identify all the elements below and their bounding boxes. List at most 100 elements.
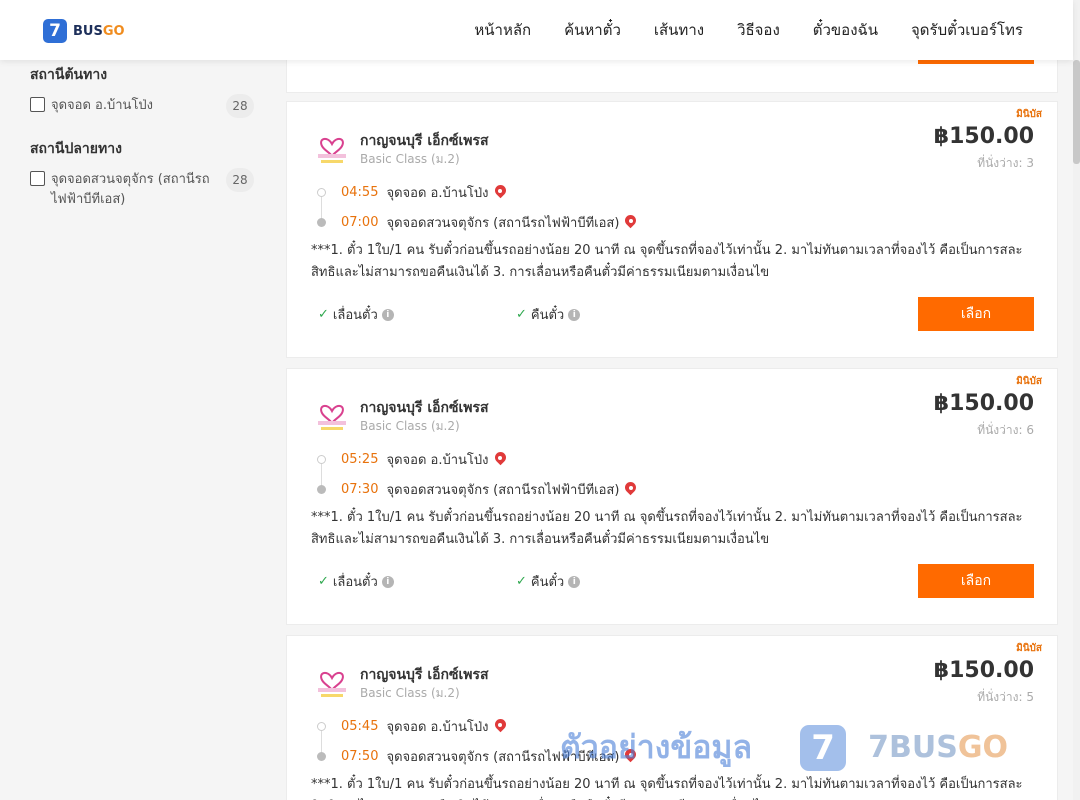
- logo-icon: 7: [43, 19, 67, 43]
- change-ticket-feature: ✓ เลื่อนตั๋ว i: [318, 571, 394, 592]
- departure-stop: จุดจอด อ.บ้านโป่ง: [386, 720, 489, 735]
- departure-time: 04:55: [341, 185, 379, 200]
- refund-ticket-label: คืนตั๋ว: [530, 308, 565, 323]
- page-scrollbar[interactable]: [1073, 0, 1080, 800]
- map-pin-icon[interactable]: [495, 452, 506, 467]
- trip-card: มินิบัส กาญจนบุรี เอ็กซ์เพรส Basic Class…: [286, 368, 1058, 625]
- bus-class: Basic Class (ม.2): [360, 152, 460, 166]
- arrival-time: 07:50: [341, 749, 379, 764]
- watermark-brand-text: 7BUS: [868, 730, 958, 765]
- logo-brand-accent: GO: [102, 23, 125, 39]
- trip-card: มินิบัส กาญจนบุรี เอ็กซ์เพรส Basic Class…: [286, 101, 1058, 358]
- watermark-brand-accent: GO: [957, 730, 1008, 765]
- dest-count-badge: 28: [226, 168, 254, 192]
- map-pin-icon[interactable]: [495, 185, 506, 200]
- watermark-text: ตัวอย่างข้อมูล: [560, 728, 753, 766]
- seats-available: ที่นั่งว่าง: 6: [977, 423, 1034, 437]
- refund-ticket-feature: ✓ คืนตั๋ว i: [516, 304, 581, 325]
- operator-name: กาญจนบุรี เอ็กซ์เพรส: [360, 133, 489, 149]
- arrival-dot-icon: [317, 752, 326, 761]
- ticket-price: ฿150.00: [933, 124, 1034, 149]
- logo-brand: BUS: [73, 23, 103, 39]
- departure-dot-icon: [317, 188, 326, 197]
- arrival-time: 07:30: [341, 482, 379, 497]
- watermark-brand: 7BUSGO: [868, 730, 1008, 765]
- operator-logo-icon: [318, 405, 346, 430]
- origin-filter-title: สถานีต้นทาง: [30, 67, 108, 83]
- origin-filter-label: จุดจอด อ.บ้านโป่ง: [51, 98, 154, 113]
- operator-logo-icon: [318, 672, 346, 697]
- nav-my-tickets[interactable]: ตั๋วของฉัน: [813, 18, 878, 42]
- nav-how-to-book[interactable]: วิธีจอง: [737, 18, 780, 42]
- arrival-dot-icon: [317, 218, 326, 227]
- trip-note: ***1. ตั๋ว 1ใบ/1 คน รับตั๋วก่อนขึ้นรถอย่…: [311, 777, 1023, 800]
- dest-filter-title: สถานีปลายทาง: [30, 141, 122, 157]
- map-pin-icon[interactable]: [495, 719, 506, 734]
- change-ticket-feature: ✓ เลื่อนตั๋ว i: [318, 304, 394, 325]
- check-icon: ✓: [516, 574, 527, 589]
- departure-time: 05:45: [341, 719, 379, 734]
- arrival-stop: จุดจอดสวนจตุจักร (สถานีรถไฟฟ้าบีทีเอส): [386, 483, 620, 498]
- change-ticket-label: เลื่อนตั๋ว: [332, 308, 378, 323]
- check-icon: ✓: [318, 574, 329, 589]
- site-logo[interactable]: 7 BUSGO: [43, 19, 125, 43]
- info-icon[interactable]: i: [568, 575, 581, 588]
- refund-ticket-feature: ✓ คืนตั๋ว i: [516, 571, 581, 592]
- departure-row: 05:25 จุดจอด อ.บ้านโป่ง: [341, 449, 506, 470]
- check-icon: ✓: [318, 307, 329, 322]
- checkbox-icon[interactable]: [30, 171, 45, 186]
- top-header: 7 BUSGO หน้าหลัก ค้นหาตั๋ว เส้นทาง วิธีจ…: [0, 0, 1073, 60]
- bus-class: Basic Class (ม.2): [360, 686, 460, 700]
- filter-sidebar: สถานีต้นทาง จุดจอด อ.บ้านโป่ง 28 สถานีปล…: [30, 60, 260, 210]
- arrival-row: 07:00 จุดจอดสวนจตุจักร (สถานีรถไฟฟ้าบีที…: [341, 212, 636, 233]
- departure-dot-icon: [317, 722, 326, 731]
- arrival-dot-icon: [317, 485, 326, 494]
- watermark-logo-icon: 7: [800, 724, 847, 771]
- departure-row: 05:45 จุดจอด อ.บ้านโป่ง: [341, 716, 506, 737]
- departure-stop: จุดจอด อ.บ้านโป่ง: [386, 453, 489, 468]
- arrival-stop: จุดจอดสวนจตุจักร (สถานีรถไฟฟ้าบีทีเอส): [386, 216, 620, 231]
- previous-select-button[interactable]: [918, 60, 1034, 64]
- operator-name: กาญจนบุรี เอ็กซ์เพรส: [360, 667, 489, 683]
- minibus-tag: มินิบัส: [1016, 376, 1042, 387]
- arrival-row: 07:30 จุดจอดสวนจตุจักร (สถานีรถไฟฟ้าบีที…: [341, 479, 636, 500]
- main-nav: หน้าหลัก ค้นหาตั๋ว เส้นทาง วิธีจอง ตั๋วข…: [441, 0, 1023, 60]
- map-pin-icon[interactable]: [625, 215, 636, 230]
- minibus-tag: มินิบัส: [1016, 643, 1042, 654]
- bus-class: Basic Class (ม.2): [360, 419, 460, 433]
- check-icon: ✓: [516, 307, 527, 322]
- dest-filter-label: จุดจอดสวนจตุจักร (สถานีรถไฟฟ้าบีทีเอส): [51, 172, 210, 207]
- ticket-price: ฿150.00: [933, 391, 1034, 416]
- nav-ticket-pickup-phone[interactable]: จุดรับตั๋วเบอร์โทร: [911, 18, 1023, 42]
- nav-search-ticket[interactable]: ค้นหาตั๋ว: [564, 18, 621, 42]
- info-icon[interactable]: i: [568, 308, 581, 321]
- nav-home[interactable]: หน้าหลัก: [474, 18, 531, 42]
- nav-routes[interactable]: เส้นทาง: [654, 18, 704, 42]
- checkbox-icon[interactable]: [30, 97, 45, 112]
- trip-note: ***1. ตั๋ว 1ใบ/1 คน รับตั๋วก่อนขึ้นรถอย่…: [311, 510, 1023, 547]
- logo-text: BUSGO: [73, 24, 125, 39]
- info-icon[interactable]: i: [381, 308, 394, 321]
- origin-filter-item[interactable]: จุดจอด อ.บ้านโป่ง 28: [30, 94, 260, 118]
- previous-trip-card: [286, 60, 1058, 93]
- departure-stop: จุดจอด อ.บ้านโป่ง: [386, 186, 489, 201]
- info-icon[interactable]: i: [381, 575, 394, 588]
- origin-count-badge: 28: [226, 94, 254, 118]
- departure-row: 04:55 จุดจอด อ.บ้านโป่ง: [341, 182, 506, 203]
- operator-name: กาญจนบุรี เอ็กซ์เพรส: [360, 400, 489, 416]
- departure-dot-icon: [317, 455, 326, 464]
- refund-ticket-label: คืนตั๋ว: [530, 575, 565, 590]
- select-trip-button[interactable]: เลือก: [918, 564, 1034, 598]
- watermark: ตัวอย่างข้อมูล 7 7BUSGO: [560, 722, 1008, 773]
- scrollbar-thumb[interactable]: [1073, 60, 1080, 164]
- arrival-time: 07:00: [341, 215, 379, 230]
- map-pin-icon[interactable]: [625, 482, 636, 497]
- select-trip-button[interactable]: เลือก: [918, 297, 1034, 331]
- operator-logo-icon: [318, 138, 346, 163]
- trip-card: มินิบัส กาญจนบุรี เอ็กซ์เพรส Basic Class…: [286, 635, 1058, 800]
- dest-filter-item[interactable]: จุดจอดสวนจตุจักร (สถานีรถไฟฟ้าบีทีเอส) 2…: [30, 168, 260, 210]
- ticket-price: ฿150.00: [933, 658, 1034, 683]
- trip-note: ***1. ตั๋ว 1ใบ/1 คน รับตั๋วก่อนขึ้นรถอย่…: [311, 243, 1023, 280]
- seats-available: ที่นั่งว่าง: 5: [977, 690, 1034, 704]
- change-ticket-label: เลื่อนตั๋ว: [332, 575, 378, 590]
